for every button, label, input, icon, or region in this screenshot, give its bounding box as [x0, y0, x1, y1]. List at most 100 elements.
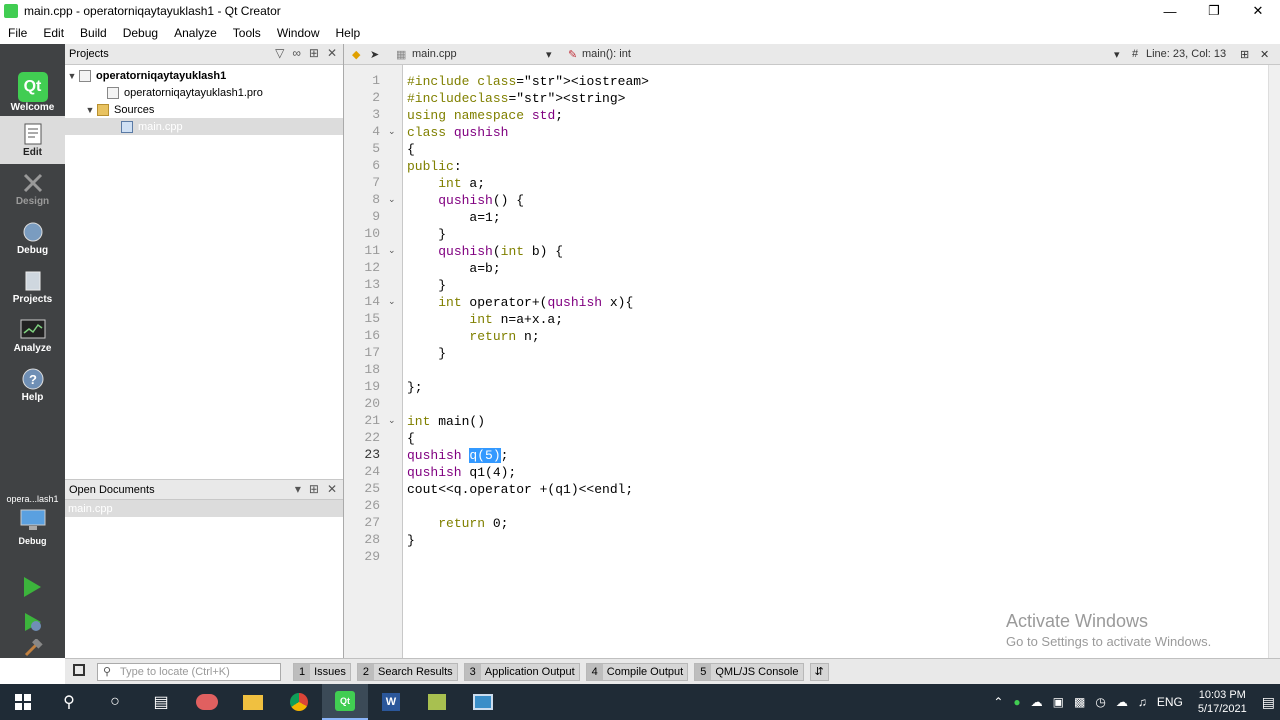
issues-button[interactable]: 1 Issues: [293, 662, 351, 681]
notifications-icon[interactable]: ▤: [1262, 694, 1275, 711]
line-number: 24: [364, 464, 380, 479]
onedrive-icon[interactable]: ☁: [1031, 695, 1043, 709]
split-icon[interactable]: ⊞: [309, 46, 319, 60]
mode-help[interactable]: ? Help: [0, 361, 65, 409]
fold-marker-icon[interactable]: ⌄: [388, 245, 396, 256]
menu-help[interactable]: Help: [328, 26, 369, 40]
app-icon[interactable]: [460, 684, 506, 720]
windows-taskbar: ⚲ ○ ▤ Qt W ⌃ ● ☁ ▣ ▩ ◷ ☁ ♫ ENG 10:03 PM …: [0, 684, 1280, 720]
cortana-icon[interactable]: ○: [92, 684, 138, 720]
chevron-down-icon[interactable]: ▾: [546, 48, 552, 61]
start-debugging-button[interactable]: [0, 605, 65, 641]
locator-input[interactable]: ⚲ Type to locate (Ctrl+K): [97, 662, 281, 681]
globe-icon[interactable]: ◷: [1095, 695, 1105, 709]
network-icon[interactable]: ▣: [1053, 695, 1064, 709]
dropdown-icon[interactable]: ▾: [295, 482, 301, 496]
chrome-icon[interactable]: [276, 684, 322, 720]
mode-analyze[interactable]: Analyze: [0, 312, 65, 360]
watermark-subtitle: Go to Settings to activate Windows.: [1006, 634, 1212, 649]
chevron-down-icon[interactable]: ▼: [83, 105, 97, 115]
tree-item-main-cpp[interactable]: main.cpp: [65, 118, 343, 135]
tree-item-pro-file[interactable]: operatorniqaytayuklash1.pro: [65, 84, 343, 101]
mode-debug[interactable]: Debug: [0, 214, 65, 262]
file-explorer-icon[interactable]: [230, 684, 276, 720]
code-line: a=b;: [407, 261, 501, 276]
split-icon[interactable]: ⊞: [309, 482, 319, 496]
compile-output-button[interactable]: 4 Compile Output: [585, 662, 689, 681]
volume-icon[interactable]: ♫: [1138, 695, 1147, 709]
code-area[interactable]: #include class="str"><iostream> #includec…: [407, 65, 1280, 658]
cloud-icon[interactable]: ☁: [1116, 695, 1128, 709]
chevron-down-icon[interactable]: ▼: [65, 71, 79, 81]
menu-window[interactable]: Window: [269, 26, 328, 40]
filter-icon[interactable]: ▽: [275, 46, 284, 60]
line-number: 25: [364, 481, 380, 496]
app-icon[interactable]: [414, 684, 460, 720]
close-button[interactable]: ✕: [1236, 0, 1280, 22]
line-number: 19: [364, 379, 380, 394]
close-pane-icon[interactable]: ✕: [327, 482, 337, 496]
word-icon[interactable]: W: [368, 684, 414, 720]
link-icon[interactable]: ∞: [292, 46, 301, 60]
tree-item-sources[interactable]: ▼ Sources: [65, 101, 343, 118]
more-panes-button[interactable]: ⇵: [809, 662, 829, 681]
symbol-selector[interactable]: main(): int: [582, 48, 631, 60]
build-button[interactable]: [0, 637, 65, 660]
menu-debug[interactable]: Debug: [115, 26, 166, 40]
toggle-sidebar-icon[interactable]: [73, 664, 85, 676]
edit-document-icon: [20, 123, 46, 145]
open-document-item[interactable]: main.cpp: [65, 500, 343, 517]
mode-projects[interactable]: Projects: [0, 263, 65, 311]
pro-file-icon: [107, 86, 119, 99]
language-indicator[interactable]: ENG: [1157, 695, 1183, 709]
qt-tray-icon[interactable]: ●: [1013, 695, 1020, 709]
mode-design[interactable]: Design: [0, 165, 65, 213]
menu-tools[interactable]: Tools: [225, 26, 269, 40]
windows-start-icon[interactable]: [0, 684, 46, 720]
minimize-button[interactable]: —: [1148, 0, 1192, 22]
mode-welcome[interactable]: Qt Welcome: [0, 68, 65, 116]
qt-creator-taskbar-icon[interactable]: Qt: [322, 684, 368, 720]
chevron-down-icon[interactable]: ▾: [1114, 48, 1120, 61]
run-button[interactable]: [0, 569, 65, 605]
code-line: qushish() {: [438, 193, 525, 208]
search-results-button[interactable]: 2 Search Results: [356, 662, 458, 681]
task-view-icon[interactable]: ▤: [138, 684, 184, 720]
fold-marker-icon[interactable]: ⌄: [388, 415, 396, 426]
open-documents-title: Open Documents: [69, 483, 155, 496]
split-icon[interactable]: ⊞: [1240, 48, 1249, 61]
forward-arrow-icon[interactable]: ➤: [370, 48, 379, 61]
sidebar: Projects ▽ ∞ ⊞ ✕ ▼ operatorniqaytayuklas…: [65, 44, 344, 658]
hammer-icon: [22, 637, 44, 660]
close-document-icon[interactable]: ✕: [1260, 48, 1269, 61]
folder-icon: [97, 103, 109, 116]
camera-icon[interactable]: ▩: [1074, 695, 1085, 709]
encoding-button[interactable]: #: [1132, 48, 1138, 60]
fold-marker-icon[interactable]: ⌄: [388, 126, 396, 137]
line-number: 7: [372, 175, 380, 190]
tree-item-project[interactable]: ▼ operatorniqaytayuklash1: [65, 67, 343, 84]
back-arrow-icon[interactable]: ◆: [352, 48, 360, 61]
fold-marker-icon[interactable]: ⌄: [388, 296, 396, 307]
menu-file[interactable]: File: [0, 26, 35, 40]
close-pane-icon[interactable]: ✕: [327, 46, 337, 60]
menu-analyze[interactable]: Analyze: [166, 26, 225, 40]
cursor-position[interactable]: Line: 23, Col: 13: [1146, 48, 1226, 60]
line-number: 18: [364, 362, 380, 377]
clock[interactable]: 10:03 PM 5/17/2021: [1198, 688, 1247, 716]
projects-pane-header: Projects ▽ ∞ ⊞ ✕: [65, 44, 343, 65]
vertical-scrollbar[interactable]: [1268, 65, 1280, 658]
app-icon[interactable]: [184, 684, 230, 720]
menu-edit[interactable]: Edit: [35, 26, 72, 40]
search-icon[interactable]: ⚲: [46, 684, 92, 720]
chevron-up-icon[interactable]: ⌃: [993, 695, 1003, 709]
target-selector[interactable]: opera...lash1 Debug: [0, 488, 65, 552]
maximize-button[interactable]: ❐: [1192, 0, 1236, 22]
application-output-button[interactable]: 3 Application Output: [463, 662, 580, 681]
document-selector[interactable]: main.cpp: [412, 48, 457, 60]
qml-console-button[interactable]: 5 QML/JS Console: [694, 662, 804, 681]
menu-build[interactable]: Build: [72, 26, 115, 40]
fold-marker-icon[interactable]: ⌄: [388, 194, 396, 205]
mode-analyze-label: Analyze: [13, 342, 52, 354]
mode-edit[interactable]: Edit: [0, 116, 65, 164]
